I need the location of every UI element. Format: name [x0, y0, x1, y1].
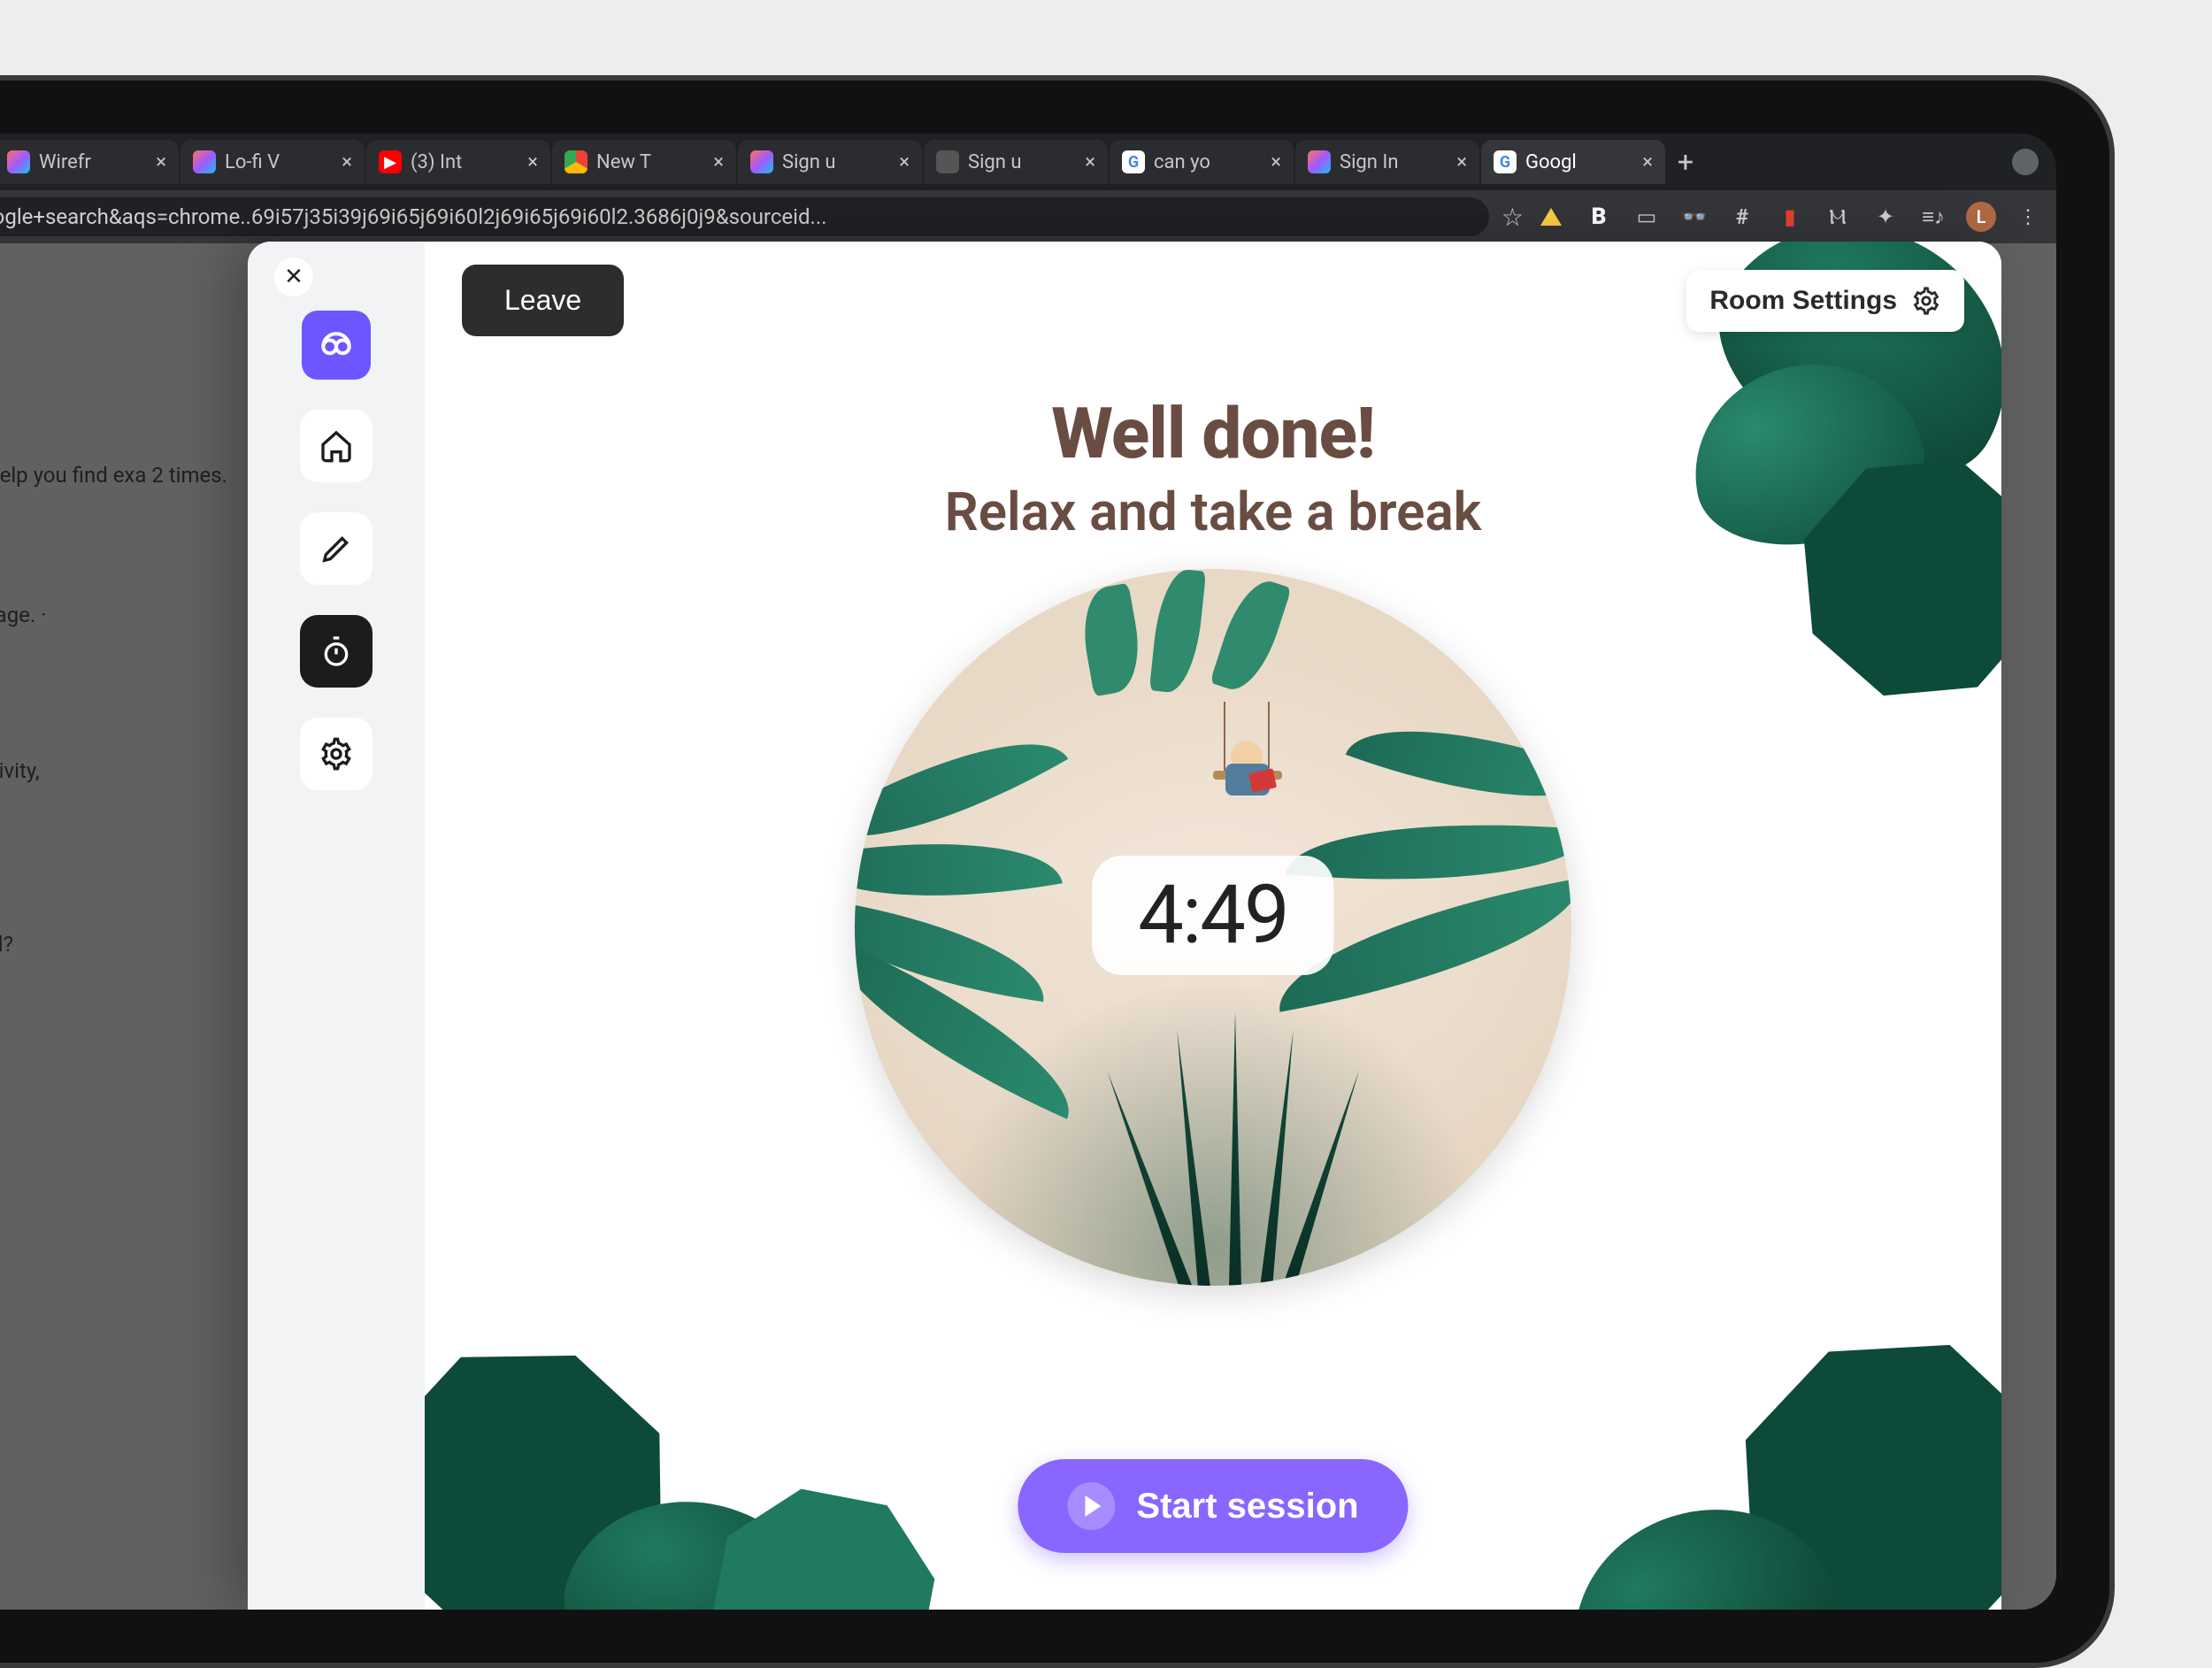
nav-edit[interactable] — [300, 512, 373, 585]
todoist-icon[interactable]: ▮ — [1775, 202, 1805, 232]
playlist-icon[interactable]: ≡♪ — [1918, 202, 1948, 232]
nav-settings[interactable] — [300, 718, 373, 790]
decorative-plants-icon — [425, 1220, 920, 1610]
nav-home[interactable] — [300, 410, 373, 482]
tab-title: Lo-fi V — [225, 151, 333, 173]
bookmark-star-icon[interactable]: ☆ — [1502, 203, 1524, 232]
site-icon — [936, 150, 959, 173]
browser-tab[interactable]: can yo × — [1110, 140, 1294, 184]
browser-tab[interactable]: Lo-fi V × — [180, 140, 365, 184]
figma-icon — [193, 150, 216, 173]
app-logo[interactable] — [302, 311, 371, 380]
hash-icon[interactable]: # — [1727, 202, 1757, 232]
timer-illustration: 4:49 — [855, 569, 1571, 1286]
tab-title: can yo — [1154, 151, 1262, 173]
tab-title: Googl — [1525, 151, 1633, 173]
glasses-icon[interactable]: 👓 — [1679, 202, 1709, 232]
close-icon[interactable]: × — [156, 151, 166, 173]
play-icon — [1067, 1482, 1115, 1530]
close-icon[interactable]: × — [713, 151, 724, 173]
bold-extension-icon[interactable]: B — [1584, 202, 1614, 232]
room-settings-label: Room Settings — [1709, 286, 1897, 316]
close-icon[interactable]: × — [342, 151, 352, 173]
home-icon — [319, 428, 354, 464]
tab-strip: Lo-fi V × Wirefr × Lo-fi V × ▶ (3) Int × New … — [0, 134, 2056, 190]
nav-timer[interactable] — [300, 615, 373, 688]
goggles-icon — [317, 326, 356, 365]
figma-icon — [7, 150, 30, 173]
room-settings-button[interactable]: Room Settings — [1686, 270, 1964, 332]
monitor-inner: Lo-fi V × Wirefr × Lo-fi V × ▶ (3) Int × New … — [0, 134, 2056, 1610]
leave-button[interactable]: Leave — [462, 265, 624, 336]
monitor-frame: Lo-fi V × Wirefr × Lo-fi V × ▶ (3) Int × New … — [0, 75, 2115, 1668]
extension-icons: B ▭ 👓 # ▮ Ⲙ ✦ ≡♪ L ⋮ — [1536, 202, 2044, 232]
extension-icon[interactable]: Ⲙ — [1823, 202, 1853, 232]
browser-tab[interactable]: Wirefr × — [0, 140, 179, 184]
gear-icon — [319, 736, 354, 772]
browser-tab[interactable]: Sign u × — [924, 140, 1108, 184]
kebab-menu-icon[interactable]: ⋮ — [2014, 202, 2044, 232]
screenshot-icon[interactable]: ▭ — [1632, 202, 1662, 232]
url-bar[interactable]: e+search&oq=Google+search&aqs=chrome..69… — [0, 197, 1489, 236]
extension-sidebar: ✕ — [248, 242, 425, 1610]
browser-tab[interactable]: ▶ (3) Int × — [366, 140, 550, 184]
browser-window: Lo-fi V × Wirefr × Lo-fi V × ▶ (3) Int × New … — [0, 134, 2056, 1610]
tab-title: New T — [596, 151, 704, 173]
stopwatch-icon — [319, 634, 354, 669]
url-text: e+search&oq=Google+search&aqs=chrome..69… — [0, 204, 826, 229]
browser-tab[interactable]: New T × — [552, 140, 736, 184]
close-icon[interactable]: × — [1271, 151, 1281, 173]
headline-subtitle: Relax and take a break — [425, 480, 2001, 543]
window-avatar-icon[interactable] — [2012, 149, 2039, 175]
youtube-icon: ▶ — [379, 150, 402, 173]
figma-icon — [1308, 150, 1331, 173]
figma-icon — [750, 150, 773, 173]
tab-title: Sign u — [968, 151, 1076, 173]
drive-icon[interactable] — [1536, 202, 1566, 232]
chrome-icon — [565, 150, 588, 173]
google-icon — [1494, 150, 1517, 173]
pencil-icon — [319, 531, 354, 566]
close-icon[interactable]: × — [1642, 151, 1653, 173]
google-icon — [1122, 150, 1145, 173]
headline: Well done! Relax and take a break — [425, 392, 2001, 543]
start-session-button[interactable]: Start session — [1018, 1459, 1408, 1553]
close-icon[interactable]: × — [527, 151, 538, 173]
decorative-plants-icon — [1506, 1220, 2001, 1610]
extensions-puzzle-icon[interactable]: ✦ — [1870, 202, 1901, 232]
close-icon[interactable]: × — [1456, 151, 1467, 173]
profile-avatar[interactable]: L — [1966, 202, 1996, 232]
extension-main: Leave Room Settings Well done! Relax and… — [425, 242, 2001, 1610]
timer-value: 4:49 — [1092, 856, 1333, 975]
browser-tab-active[interactable]: Googl × — [1481, 140, 1665, 184]
new-tab-button[interactable]: + — [1667, 143, 1704, 181]
gear-icon — [1911, 286, 1941, 316]
start-session-label: Start session — [1136, 1487, 1358, 1526]
extension-panel: ✕ — [248, 242, 2001, 1610]
close-panel-button[interactable]: ✕ — [274, 258, 313, 296]
close-icon[interactable]: × — [1085, 151, 1095, 173]
close-icon[interactable]: × — [899, 151, 910, 173]
tab-title: Sign In — [1340, 151, 1448, 173]
top-bar: Leave Room Settings — [462, 265, 1964, 336]
headline-title: Well done! — [425, 392, 2001, 475]
tab-title: (3) Int — [411, 151, 518, 173]
tab-title: Sign u — [782, 151, 890, 173]
browser-tab[interactable]: Sign In × — [1295, 140, 1479, 184]
browser-toolbar: e+search&oq=Google+search&aqs=chrome..69… — [0, 190, 2056, 243]
browser-tab[interactable]: Sign u × — [738, 140, 922, 184]
tab-title: Wirefr — [39, 151, 147, 173]
